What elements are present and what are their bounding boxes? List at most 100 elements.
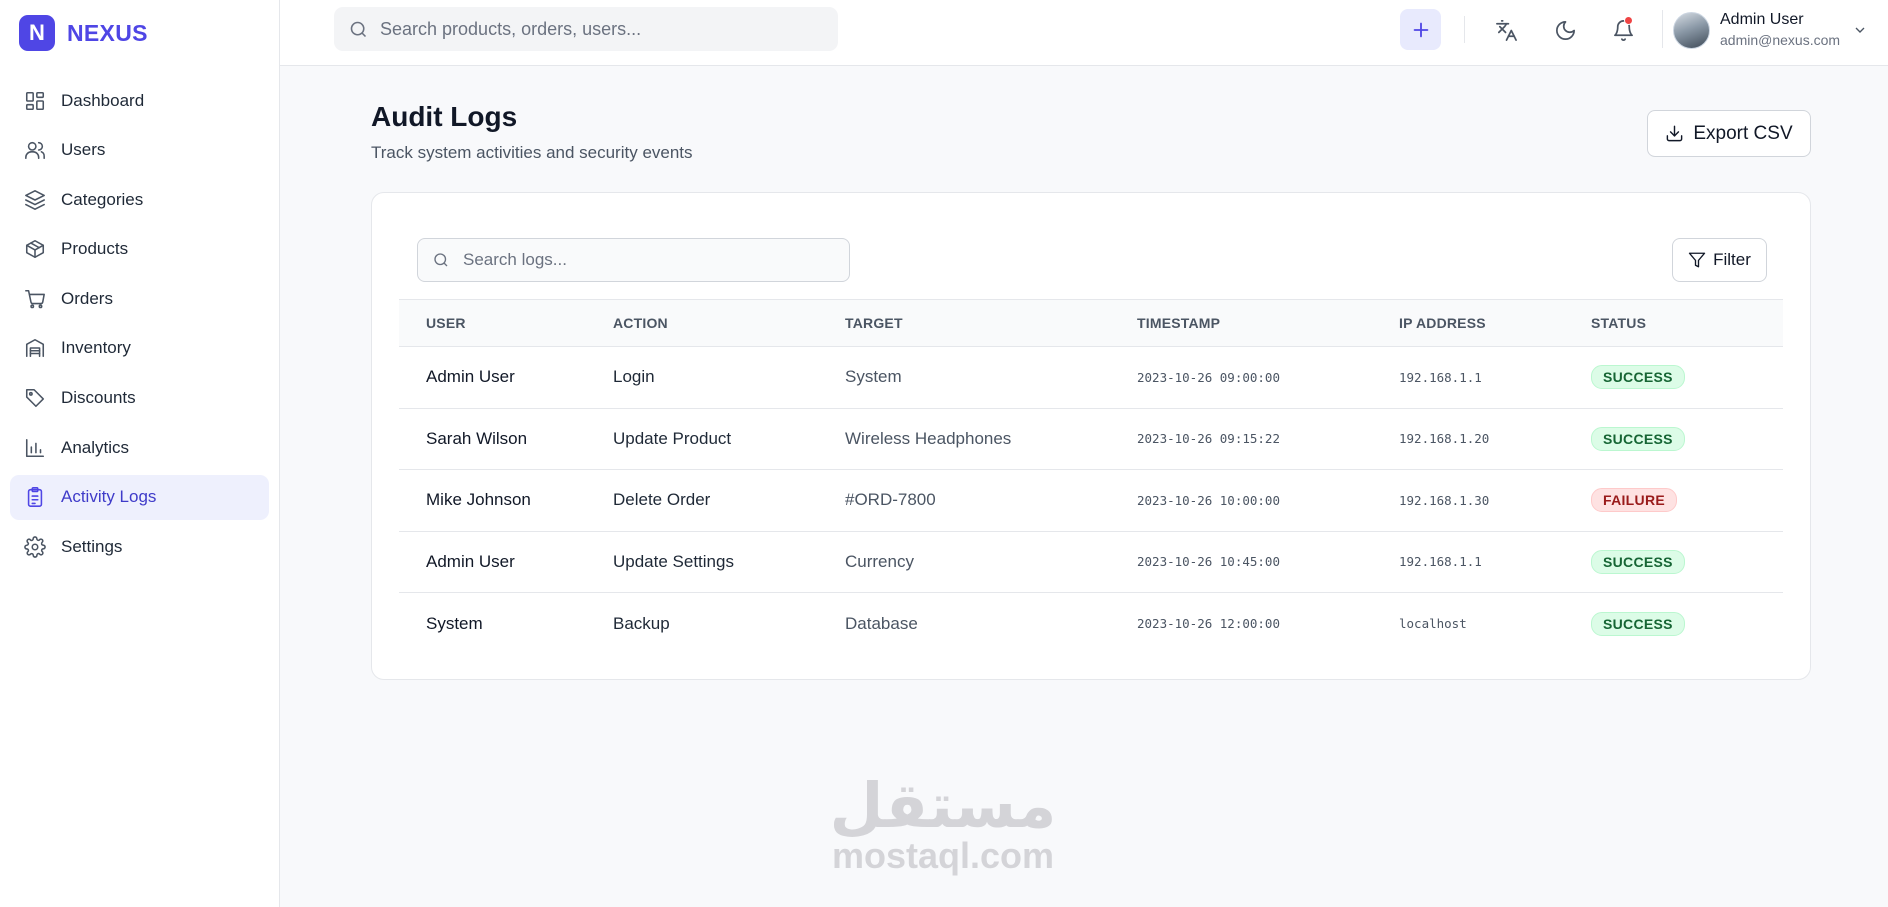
cell-user: System — [426, 613, 483, 633]
sidebar-item-products[interactable]: Products — [10, 227, 269, 272]
bar-chart-icon — [24, 437, 46, 459]
language-button[interactable] — [1489, 13, 1523, 47]
watermark-arabic: مستقل — [829, 769, 1057, 842]
theme-toggle-button[interactable] — [1548, 13, 1582, 47]
export-csv-button[interactable]: Export CSV — [1647, 110, 1811, 157]
audit-log-table: USER ACTION TARGET TIMESTAMP IP ADDRESS … — [399, 299, 1783, 654]
quick-add-button[interactable] — [1400, 9, 1441, 50]
download-icon — [1667, 125, 1683, 142]
column-header-timestamp[interactable]: TIMESTAMP — [1137, 299, 1399, 347]
sidebar-item-users[interactable]: Users — [10, 128, 269, 173]
clipboard-icon — [24, 486, 46, 508]
cell-target: Database — [845, 613, 918, 633]
table-row[interactable]: System Backup Database 2023-10-26 12:00:… — [399, 593, 1783, 655]
gear-icon — [24, 536, 46, 558]
header-divider — [1662, 10, 1663, 48]
page-subtitle: Track system activities and security eve… — [371, 143, 693, 162]
sidebar-item-categories[interactable]: Categories — [10, 177, 269, 222]
box-icon — [24, 238, 46, 260]
filter-label: Filter — [1713, 250, 1751, 269]
sidebar-item-label: Products — [61, 239, 129, 259]
table-row[interactable]: Mike Johnson Delete Order #ORD-7800 2023… — [399, 469, 1783, 532]
sidebar-item-label: Settings — [61, 536, 123, 556]
table-row[interactable]: Admin User Login System 2023-10-26 09:00… — [399, 346, 1783, 409]
sidebar-item-dashboard[interactable]: Dashboard — [10, 78, 269, 123]
sidebar-item-discounts[interactable]: Discounts — [10, 376, 269, 421]
brand[interactable]: N NEXUS — [0, 0, 279, 66]
page-title: Audit Logs — [371, 101, 518, 132]
chevron-down-icon — [1852, 22, 1868, 38]
notifications-button[interactable] — [1606, 13, 1640, 47]
brand-name: NEXUS — [67, 19, 148, 46]
cell-status: SUCCESS — [1591, 408, 1783, 470]
notification-dot — [1624, 16, 1633, 25]
search-icon — [350, 21, 367, 37]
cell-status: SUCCESS — [1591, 593, 1783, 655]
cell-ip: 192.168.1.1 — [1399, 346, 1591, 409]
cell-user: Sarah Wilson — [399, 408, 613, 470]
cell-timestamp: 2023-10-26 10:00:00 — [1137, 469, 1399, 532]
log-search-input[interactable] — [463, 250, 823, 270]
status-badge: SUCCESS — [1591, 549, 1685, 574]
cell-ip: 192.168.1.1 — [1399, 531, 1591, 593]
avatar — [1673, 11, 1710, 49]
user-menu[interactable]: Admin User admin@nexus.com — [1673, 10, 1868, 50]
tag-icon — [24, 387, 46, 409]
plus-icon — [1413, 22, 1428, 37]
table-row[interactable]: Sarah Wilson Update Product Wireless Hea… — [399, 408, 1783, 470]
dashboard-icon — [24, 90, 46, 112]
warehouse-icon — [24, 337, 46, 359]
cell-target: Wireless Headphones — [845, 408, 1137, 470]
cell-timestamp: 2023-10-26 09:15:22 — [1137, 408, 1399, 470]
filter-icon — [1688, 252, 1706, 268]
sidebar-item-label: Activity Logs — [61, 487, 157, 507]
sidebar-item-orders[interactable]: Orders — [10, 276, 269, 321]
search-icon — [434, 253, 448, 267]
cell-action: Update Settings — [613, 531, 845, 593]
cart-icon — [24, 288, 46, 310]
sidebar-item-inventory[interactable]: Inventory — [10, 326, 269, 371]
column-header-action[interactable]: ACTION — [613, 299, 845, 347]
status-badge: SUCCESS — [1591, 426, 1685, 451]
sidebar-item-activity-logs[interactable]: Activity Logs — [10, 474, 269, 520]
watermark-latin: mostaql.com — [831, 835, 1055, 876]
column-header-ip-address[interactable]: IP ADDRESS — [1399, 299, 1591, 347]
status-badge: SUCCESS — [1591, 611, 1685, 636]
log-search[interactable] — [417, 238, 850, 282]
cell-action: Update Product — [613, 408, 845, 470]
watermark: مستقل mostaql.com — [827, 769, 1059, 876]
sidebar-item-label: Categories — [61, 189, 144, 209]
audit-log-card: Filter USER ACTION TARGET TIMESTAMP IP A… — [371, 192, 1811, 680]
cell-user: Mike Johnson — [399, 469, 613, 532]
sidebar-item-settings[interactable]: Settings — [10, 524, 269, 569]
cell-status: SUCCESS — [1591, 531, 1783, 593]
column-header-user[interactable]: USER — [399, 299, 613, 347]
user-name: Admin User — [1720, 11, 1804, 28]
translate-icon — [1495, 19, 1517, 41]
column-header-status[interactable]: STATUS — [1591, 299, 1783, 347]
column-header-target[interactable]: TARGET — [845, 299, 1137, 347]
cell-timestamp: 2023-10-26 12:00:00 — [1137, 616, 1280, 631]
sidebar-item-analytics[interactable]: Analytics — [10, 425, 269, 470]
cell-timestamp: 2023-10-26 09:00:00 — [1137, 346, 1399, 409]
global-search[interactable] — [334, 7, 838, 51]
cell-status: SUCCESS — [1591, 346, 1783, 409]
cell-ip: localhost — [1399, 616, 1467, 631]
header-divider — [1464, 16, 1465, 43]
status-badge: FAILURE — [1591, 488, 1677, 513]
cell-action: Login — [613, 346, 845, 409]
global-search-input[interactable] — [380, 18, 820, 40]
table-row[interactable]: Admin User Update Settings Currency 2023… — [399, 531, 1783, 593]
export-csv-label: Export CSV — [1693, 122, 1793, 144]
table-header-row: USER ACTION TARGET TIMESTAMP IP ADDRESS … — [399, 299, 1783, 347]
filter-button[interactable]: Filter — [1672, 238, 1767, 282]
cell-user: Admin User — [399, 346, 613, 409]
users-icon — [24, 139, 46, 161]
top-bar: Admin User admin@nexus.com — [280, 0, 1888, 66]
status-badge: SUCCESS — [1591, 365, 1685, 390]
layers-icon — [24, 189, 46, 211]
cell-target: #ORD-7800 — [845, 469, 1137, 532]
cell-timestamp: 2023-10-26 10:45:00 — [1137, 531, 1399, 593]
cell-action: Delete Order — [613, 469, 845, 532]
sidebar-item-label: Discounts — [61, 388, 136, 408]
